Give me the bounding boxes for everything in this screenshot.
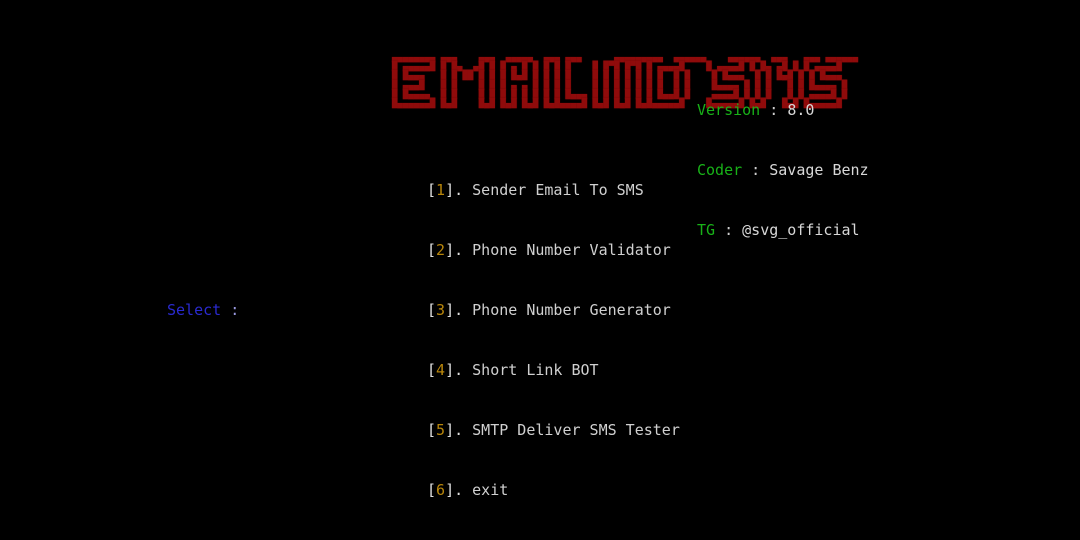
menu-bracket-close-6: ]	[445, 481, 455, 499]
info-line-telegram: TG : @svg_official	[697, 220, 869, 240]
menu-item-4[interactable]: [4]. Short Link BOT	[427, 360, 680, 380]
menu-label-2: Phone Number Validator	[472, 241, 671, 259]
info-label-version: Version	[697, 101, 761, 119]
menu-label-6: exit	[472, 481, 509, 499]
menu-bracket-open-1: [	[427, 181, 437, 199]
menu-number-4: 4	[436, 361, 446, 379]
menu-number-6: 6	[436, 481, 446, 499]
prompt-colon: :	[221, 301, 240, 319]
menu-bracket-close-4: ]	[445, 361, 455, 379]
info-line-version: Version : 8.0	[697, 100, 869, 120]
prompt-label: Select	[167, 301, 222, 319]
menu-bracket-close-2: ]	[445, 241, 455, 259]
menu-bracket-open-4: [	[427, 361, 437, 379]
info-value-telegram: @svg_official	[742, 221, 860, 239]
menu-bracket-open-5: [	[427, 421, 437, 439]
menu-suffix-3: .	[454, 301, 464, 319]
menu-bracket-close-1: ]	[445, 181, 455, 199]
menu-bracket-open-6: [	[427, 481, 437, 499]
menu-label-1: Sender Email To SMS	[472, 181, 644, 199]
info-line-coder: Coder : Savage Benz	[697, 160, 869, 180]
menu-bracket-close-5: ]	[445, 421, 455, 439]
menu-label-5: SMTP Deliver SMS Tester	[472, 421, 680, 439]
select-prompt[interactable]: Select :	[167, 300, 247, 320]
terminal-screen: ▄▄▄▄▄▄▄▄ ▄▄▄ ▄▄▄ ▄▄▄▄▄ ▄▄▄ ▄▄▄ ▄▄▄▄▄▄▄▄▄…	[0, 0, 1080, 532]
info-separator-telegram: :	[715, 221, 743, 239]
info-value-version: 8.0	[787, 101, 815, 119]
menu-number-5: 5	[436, 421, 446, 439]
menu-suffix-2: .	[454, 241, 464, 259]
text-cursor	[239, 302, 247, 317]
menu-item-2[interactable]: [2]. Phone Number Validator	[427, 240, 680, 260]
menu-suffix-5: .	[454, 421, 464, 439]
menu-bracket-close-3: ]	[445, 301, 455, 319]
menu-suffix-6: .	[454, 481, 464, 499]
info-label-coder: Coder	[697, 161, 743, 179]
menu-number-1: 1	[436, 181, 446, 199]
menu-item-6[interactable]: [6]. exit	[427, 480, 680, 500]
menu-item-5[interactable]: [5]. SMTP Deliver SMS Tester	[427, 420, 680, 440]
info-label-telegram: TG	[697, 221, 716, 239]
info-separator-coder: :	[742, 161, 770, 179]
menu-item-3[interactable]: [3]. Phone Number Generator	[427, 300, 680, 320]
info-block: Version : 8.0 Coder : Savage Benz TG : @…	[697, 60, 869, 280]
menu-label-3: Phone Number Generator	[472, 301, 671, 319]
menu-number-3: 3	[436, 301, 446, 319]
menu-bracket-open-3: [	[427, 301, 437, 319]
menu-bracket-open-2: [	[427, 241, 437, 259]
main-menu: [1]. Sender Email To SMS [2]. Phone Numb…	[427, 140, 680, 540]
menu-suffix-1: .	[454, 181, 464, 199]
menu-number-2: 2	[436, 241, 446, 259]
menu-suffix-4: .	[454, 361, 464, 379]
menu-label-4: Short Link BOT	[472, 361, 599, 379]
info-separator-version: :	[760, 101, 788, 119]
info-value-coder: Savage Benz	[769, 161, 869, 179]
menu-item-1[interactable]: [1]. Sender Email To SMS	[427, 180, 680, 200]
